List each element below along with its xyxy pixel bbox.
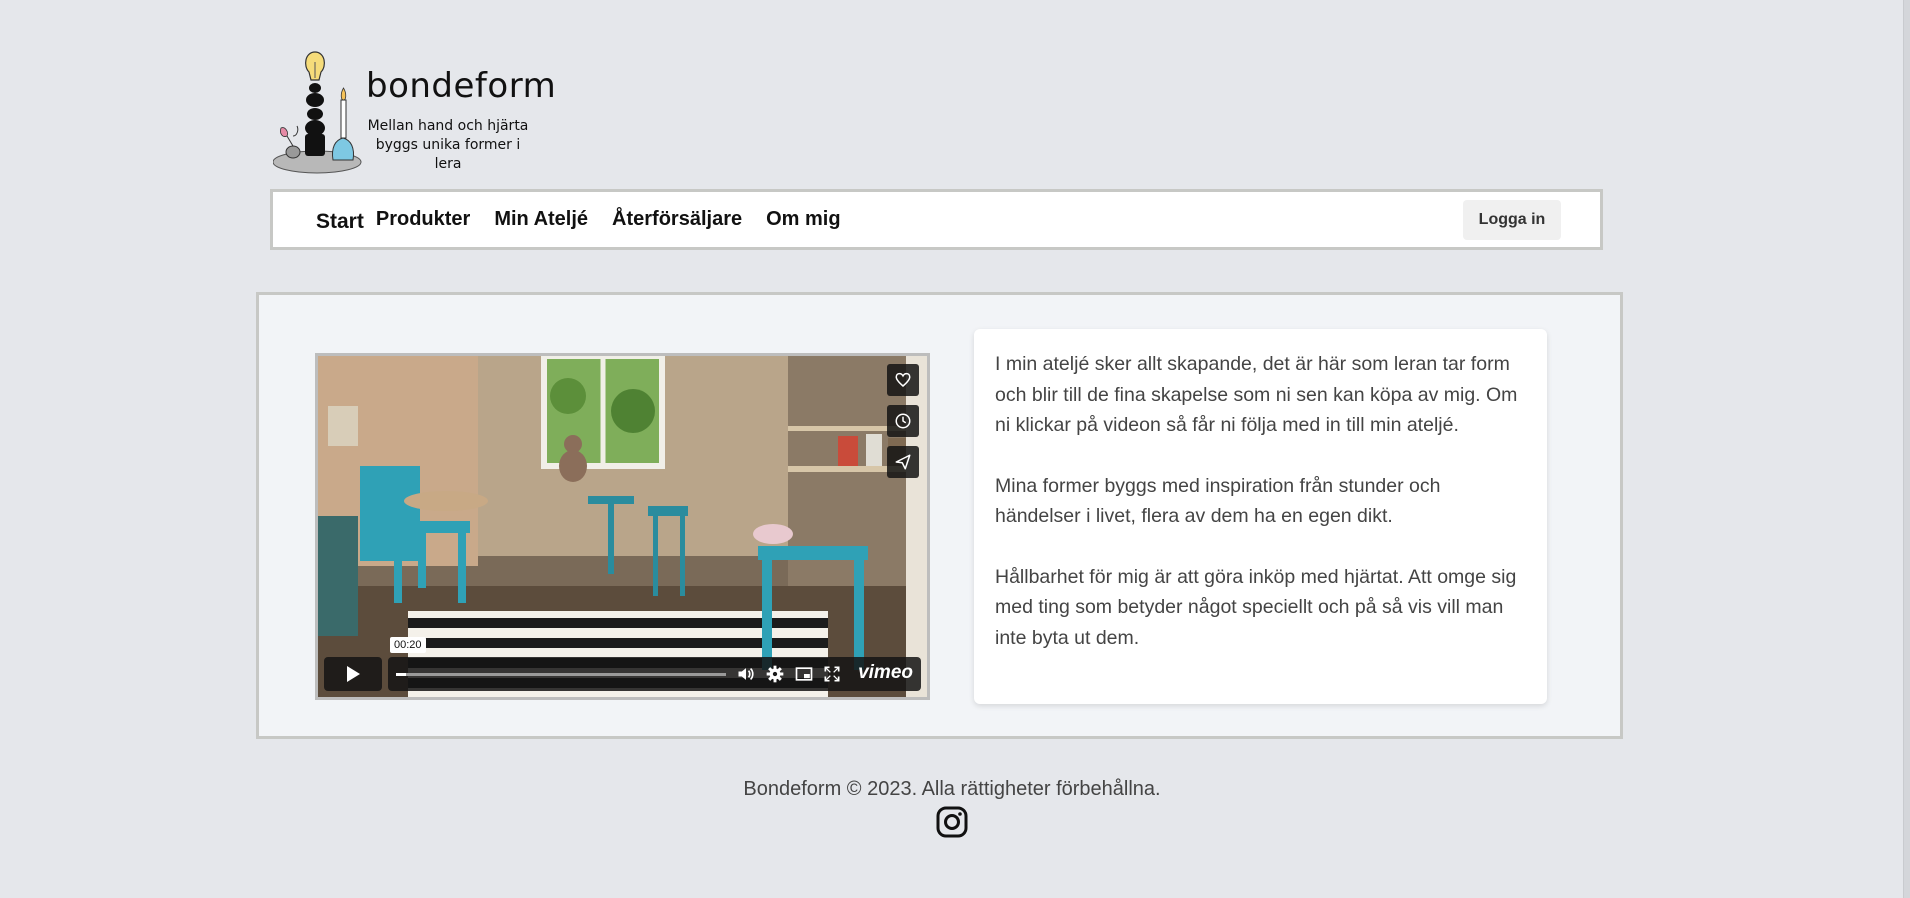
control-bar: vimeo	[388, 657, 921, 691]
nav-item-produkter[interactable]: Produkter	[376, 208, 470, 231]
nav-item-start[interactable]: Start	[316, 210, 364, 234]
progress-fill	[396, 673, 406, 676]
watch-later-button[interactable]	[887, 405, 919, 437]
tagline-line-2: byggs unika former i lera	[375, 137, 521, 172]
main-navbar: Start Produkter Min Ateljé Återförsäljar…	[270, 189, 1603, 250]
play-button[interactable]	[324, 657, 382, 691]
nav-item-om-mig[interactable]: Om mig	[766, 208, 840, 231]
logo-candle-illustration	[273, 51, 362, 174]
footer-copyright: Bondeform © 2023. Alla rättigheter förbe…	[743, 778, 1161, 800]
site-logo[interactable]: bondeform Mellan hand och hjärta byggs u…	[273, 48, 556, 178]
video-controls: 00:20 vimeo	[324, 637, 921, 691]
brand-tagline: Mellan hand och hjärta byggs unika forme…	[363, 117, 533, 174]
share-button[interactable]	[887, 446, 919, 478]
page-scrollbar[interactable]	[1903, 0, 1910, 898]
login-button[interactable]: Logga in	[1463, 200, 1561, 240]
nav-item-aterforsaljare[interactable]: Återförsäljare	[612, 208, 742, 231]
main-content-panel: 00:20 vimeo I min ateljé sker allt skapa…	[256, 292, 1623, 739]
clock-icon	[895, 413, 911, 429]
heart-icon	[895, 372, 911, 387]
video-player[interactable]: 00:20 vimeo	[315, 353, 930, 700]
vimeo-logo[interactable]: vimeo	[858, 662, 913, 684]
paragraph-3: Hållbarhet för mig är att göra inköp med…	[995, 565, 1517, 649]
instagram-icon[interactable]	[936, 806, 968, 838]
pip-icon[interactable]	[794, 664, 814, 684]
volume-icon[interactable]	[736, 664, 756, 684]
time-tooltip: 00:20	[390, 637, 426, 653]
atelje-text-card: I min ateljé sker allt skapande, det är …	[974, 329, 1547, 704]
fullscreen-icon[interactable]	[822, 664, 842, 684]
paragraph-2: Mina former byggs med inspiration från s…	[995, 474, 1441, 528]
like-button[interactable]	[887, 364, 919, 396]
tagline-line-1: Mellan hand och hjärta	[367, 118, 529, 134]
nav-item-min-atelje[interactable]: Min Ateljé	[494, 208, 588, 231]
play-icon	[347, 666, 360, 682]
progress-bar[interactable]	[396, 673, 726, 676]
send-icon	[895, 454, 911, 470]
paragraph-1: I min ateljé sker allt skapande, det är …	[995, 353, 1518, 436]
brand-name: bondeform	[366, 66, 557, 106]
settings-icon[interactable]	[765, 664, 785, 684]
nav-list: Start Produkter Min Ateljé Återförsäljar…	[316, 192, 865, 247]
